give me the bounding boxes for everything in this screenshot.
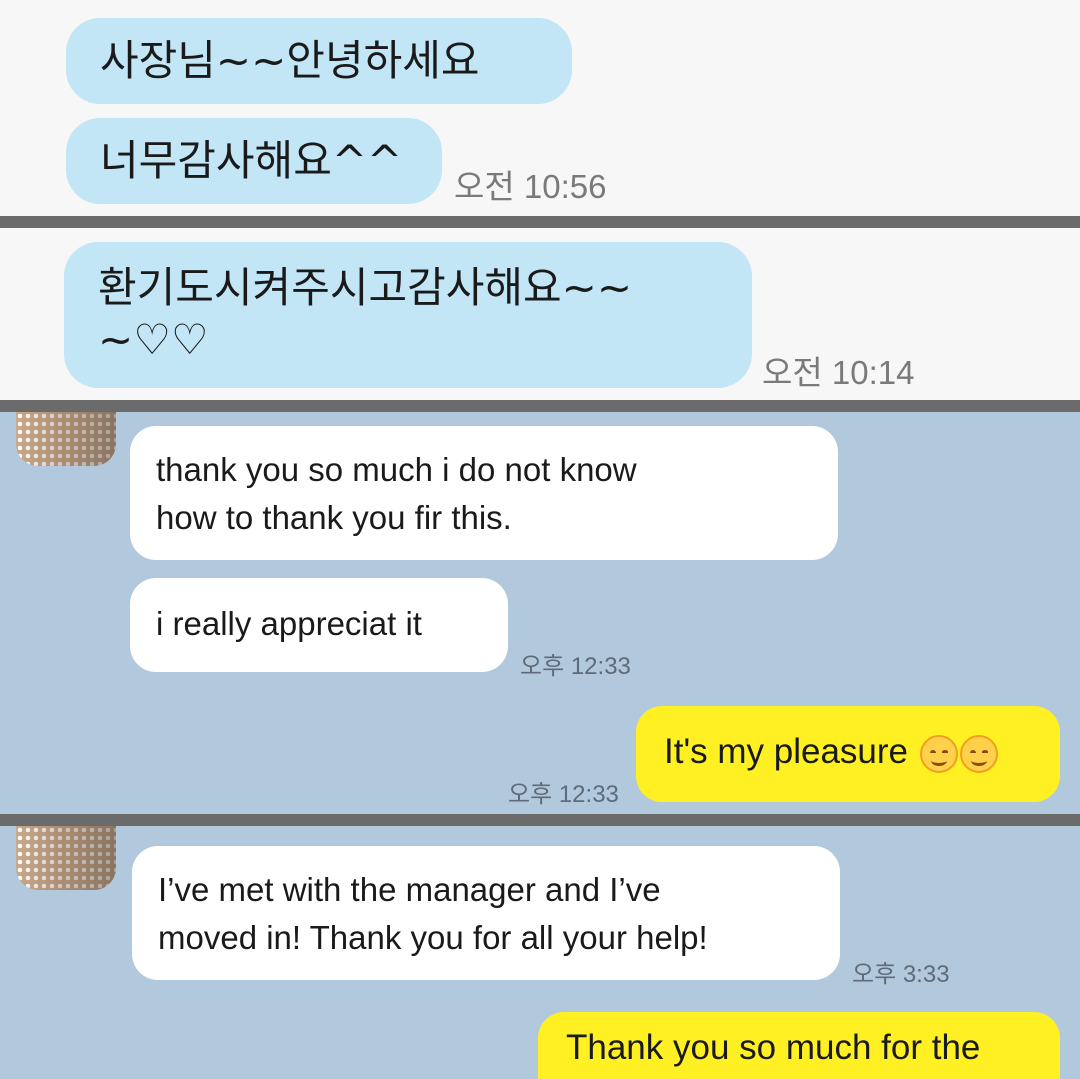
message-bubble-sent[interactable]: It's my pleasure (636, 706, 1060, 802)
avatar[interactable] (16, 826, 116, 890)
divider (0, 400, 1080, 412)
chat-panel-1: 사장님~~안녕하세요 너무감사해요^^ 오전 10:56 (0, 0, 1080, 216)
message-bubble[interactable]: i really appreciat it (130, 578, 508, 672)
message-bubble[interactable]: 환기도시켜주시고감사해요~~ ~♡♡ (64, 242, 752, 388)
message-text-line: ~♡♡ (98, 315, 209, 364)
divider (0, 814, 1080, 826)
message-text: 사장님~~안녕하세요 (100, 36, 480, 85)
message-text-line: how to thank you fir this. (156, 499, 512, 536)
message-bubble[interactable]: I’ve met with the manager and I’ve moved… (132, 846, 840, 980)
message-text-line: moved in! Thank you for all your help! (158, 919, 708, 956)
divider (0, 216, 1080, 228)
message-text: Thank you so much for the (566, 1028, 981, 1067)
message-text-line: 환기도시켜주시고감사해요~~ (98, 263, 633, 312)
message-text: It's my pleasure (664, 732, 908, 771)
message-timestamp: 오후 3:33 (852, 961, 950, 988)
message-timestamp: 오전 10:56 (454, 168, 607, 205)
message-text-line: i really appreciat it (156, 605, 422, 642)
message-timestamp: 오후 12:33 (520, 653, 631, 680)
smiling-face-icon (959, 734, 998, 773)
avatar[interactable] (16, 412, 116, 466)
message-bubble[interactable]: 너무감사해요^^ (66, 118, 442, 204)
message-bubble[interactable]: thank you so much i do not know how to t… (130, 426, 838, 560)
message-bubble[interactable]: 사장님~~안녕하세요 (66, 18, 572, 104)
smiling-face-icon (919, 734, 958, 773)
chat-panel-2: 환기도시켜주시고감사해요~~ ~♡♡ 오전 10:14 (0, 228, 1080, 400)
chat-panel-4: I’ve met with the manager and I’ve moved… (0, 826, 1080, 1079)
message-text-line: thank you so much i do not know (156, 451, 637, 488)
message-timestamp: 오전 10:14 (762, 354, 915, 391)
message-bubble-sent[interactable]: Thank you so much for the (538, 1012, 1060, 1079)
message-timestamp: 오후 12:33 (508, 781, 619, 808)
message-text-line: I’ve met with the manager and I’ve (158, 871, 661, 908)
chat-panel-3: thank you so much i do not know how to t… (0, 412, 1080, 814)
message-text: 너무감사해요^^ (100, 136, 403, 185)
